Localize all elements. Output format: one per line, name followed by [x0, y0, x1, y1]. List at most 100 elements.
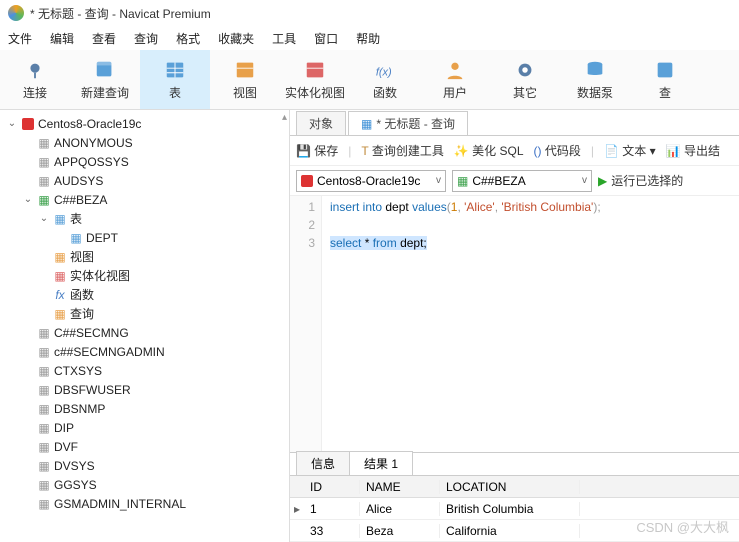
- title-bar: * 无标题 - 查询 - Navicat Premium: [0, 0, 739, 26]
- chevron-icon[interactable]: ⌄: [38, 213, 50, 224]
- gear-icon: [511, 58, 539, 82]
- plug-icon: [21, 58, 49, 82]
- tree-item[interactable]: ▦DEPT: [0, 228, 289, 247]
- tab-query[interactable]: ▦ * 无标题 - 查询: [348, 111, 468, 135]
- menu-查询[interactable]: 查询: [134, 30, 158, 47]
- schema-icon: ▦: [36, 477, 52, 493]
- svg-text:f(x): f(x): [376, 67, 392, 79]
- text-button[interactable]: 📄 文本 ▾: [604, 142, 656, 159]
- tool-grid-plus[interactable]: 新建查询: [70, 50, 140, 109]
- query-tab-icon: ▦: [361, 117, 372, 131]
- col-location[interactable]: LOCATION: [440, 480, 580, 494]
- tree-item[interactable]: ▦DVF: [0, 437, 289, 456]
- code-area[interactable]: insert into dept values(1, 'Alice', 'Bri…: [322, 196, 609, 452]
- matview-icon: ▦: [52, 268, 68, 284]
- chevron-icon[interactable]: ⌄: [22, 194, 34, 205]
- conn-red-icon: [20, 116, 36, 132]
- tool-db[interactable]: 数据泵: [560, 50, 630, 109]
- sql-editor[interactable]: 123 insert into dept values(1, 'Alice', …: [290, 196, 739, 452]
- tree-item[interactable]: ▦APPQOSSYS: [0, 152, 289, 171]
- menu-文件[interactable]: 文件: [8, 30, 32, 47]
- user-icon: [441, 58, 469, 82]
- schema-icon: ▦: [36, 458, 52, 474]
- tree-item[interactable]: ▦ANONYMOUS: [0, 133, 289, 152]
- tree-item[interactable]: ▦DBSFWUSER: [0, 380, 289, 399]
- menu-查看[interactable]: 查看: [92, 30, 116, 47]
- schema-icon: ▦: [36, 439, 52, 455]
- tree-item[interactable]: ▦AUDSYS: [0, 171, 289, 190]
- fx-icon: fx: [52, 287, 68, 303]
- run-selected-button[interactable]: ▶ 运行已选择的: [598, 172, 683, 189]
- editor-tabs: 对象 ▦ * 无标题 - 查询: [290, 110, 739, 136]
- col-name[interactable]: NAME: [360, 480, 440, 494]
- tree-item[interactable]: ▦DIP: [0, 418, 289, 437]
- matview-icon: [301, 58, 329, 82]
- schema-icon: ▦: [36, 382, 52, 398]
- tool-gear[interactable]: 其它: [490, 50, 560, 109]
- tool-view[interactable]: 视图: [210, 50, 280, 109]
- tree-item[interactable]: fx函数: [0, 285, 289, 304]
- schema-icon: ▦: [36, 173, 52, 189]
- schema-icon: ▦: [36, 363, 52, 379]
- table-icon: [161, 58, 189, 82]
- schema-icon: ▦: [36, 496, 52, 512]
- schema-g-icon: ▦: [36, 192, 52, 208]
- table-icon: ▦: [68, 230, 84, 246]
- schema-icon: ▦: [36, 135, 52, 151]
- object-tree[interactable]: ▴ ⌄Centos8-Oracle19c▦ANONYMOUS▦APPQOSSYS…: [0, 110, 290, 542]
- schema-icon: ▦: [36, 154, 52, 170]
- tab-result-1[interactable]: 结果 1: [349, 451, 413, 475]
- right-pane: 对象 ▦ * 无标题 - 查询 💾 保存 | T 查询创建工具 ✨ 美化 SQL…: [290, 110, 739, 542]
- col-id[interactable]: ID: [304, 480, 360, 494]
- tree-item[interactable]: ⌄▦C##BEZA: [0, 190, 289, 209]
- tree-item[interactable]: ▦DVSYS: [0, 456, 289, 475]
- save-button[interactable]: 💾 保存: [296, 142, 338, 159]
- snippet-button[interactable]: () 代码段: [534, 142, 581, 159]
- result-tabs: 信息 结果 1: [290, 452, 739, 476]
- main-toolbar: 连接新建查询表视图实体化视图f(x)函数用户其它数据泵查: [0, 50, 739, 110]
- tool-q[interactable]: 查: [630, 50, 700, 109]
- view-icon: ▦: [52, 249, 68, 265]
- menu-工具[interactable]: 工具: [272, 30, 296, 47]
- tree-item[interactable]: ▦DBSNMP: [0, 399, 289, 418]
- window-title: * 无标题 - 查询 - Navicat Premium: [30, 5, 211, 22]
- schema-icon: ▦: [457, 174, 468, 188]
- tree-item[interactable]: ▦GGSYS: [0, 475, 289, 494]
- tool-plug[interactable]: 连接: [0, 50, 70, 109]
- connection-select[interactable]: Centos8-Oracle19cv: [296, 170, 446, 192]
- grid-header: ID NAME LOCATION: [290, 476, 739, 498]
- scroll-up-icon[interactable]: ▴: [282, 112, 287, 123]
- export-button[interactable]: 📊 导出结: [666, 142, 720, 159]
- menu-窗口[interactable]: 窗口: [314, 30, 338, 47]
- tree-item[interactable]: ▦GSMADMIN_INTERNAL: [0, 494, 289, 513]
- conn-red-icon: [301, 175, 313, 187]
- tab-objects[interactable]: 对象: [296, 111, 346, 135]
- tree-item[interactable]: ▦CTXSYS: [0, 361, 289, 380]
- builder-button[interactable]: T 查询创建工具: [361, 142, 443, 159]
- tool-table[interactable]: 表: [140, 50, 210, 109]
- tree-item[interactable]: ⌄Centos8-Oracle19c: [0, 114, 289, 133]
- table-icon: ▦: [52, 211, 68, 227]
- schema-icon: ▦: [36, 344, 52, 360]
- beautify-button[interactable]: ✨ 美化 SQL: [454, 142, 524, 159]
- schema-icon: ▦: [36, 325, 52, 341]
- tree-item[interactable]: ⌄▦表: [0, 209, 289, 228]
- tree-item[interactable]: ▦查询: [0, 304, 289, 323]
- tree-item[interactable]: ▦视图: [0, 247, 289, 266]
- tree-item[interactable]: ▦C##SECMNG: [0, 323, 289, 342]
- tree-item[interactable]: ▦实体化视图: [0, 266, 289, 285]
- tool-user[interactable]: 用户: [420, 50, 490, 109]
- tool-matview[interactable]: 实体化视图: [280, 50, 350, 109]
- menu-收藏夹[interactable]: 收藏夹: [218, 30, 254, 47]
- menu-帮助[interactable]: 帮助: [356, 30, 380, 47]
- tab-info[interactable]: 信息: [296, 451, 350, 475]
- play-icon: ▶: [598, 174, 607, 188]
- schema-select[interactable]: ▦ C##BEZAv: [452, 170, 592, 192]
- query-icon: ▦: [52, 306, 68, 322]
- menu-编辑[interactable]: 编辑: [50, 30, 74, 47]
- view-icon: [231, 58, 259, 82]
- chevron-icon[interactable]: ⌄: [6, 118, 18, 129]
- menu-格式[interactable]: 格式: [176, 30, 200, 47]
- tool-fx[interactable]: f(x)函数: [350, 50, 420, 109]
- tree-item[interactable]: ▦c##SECMNGADMIN: [0, 342, 289, 361]
